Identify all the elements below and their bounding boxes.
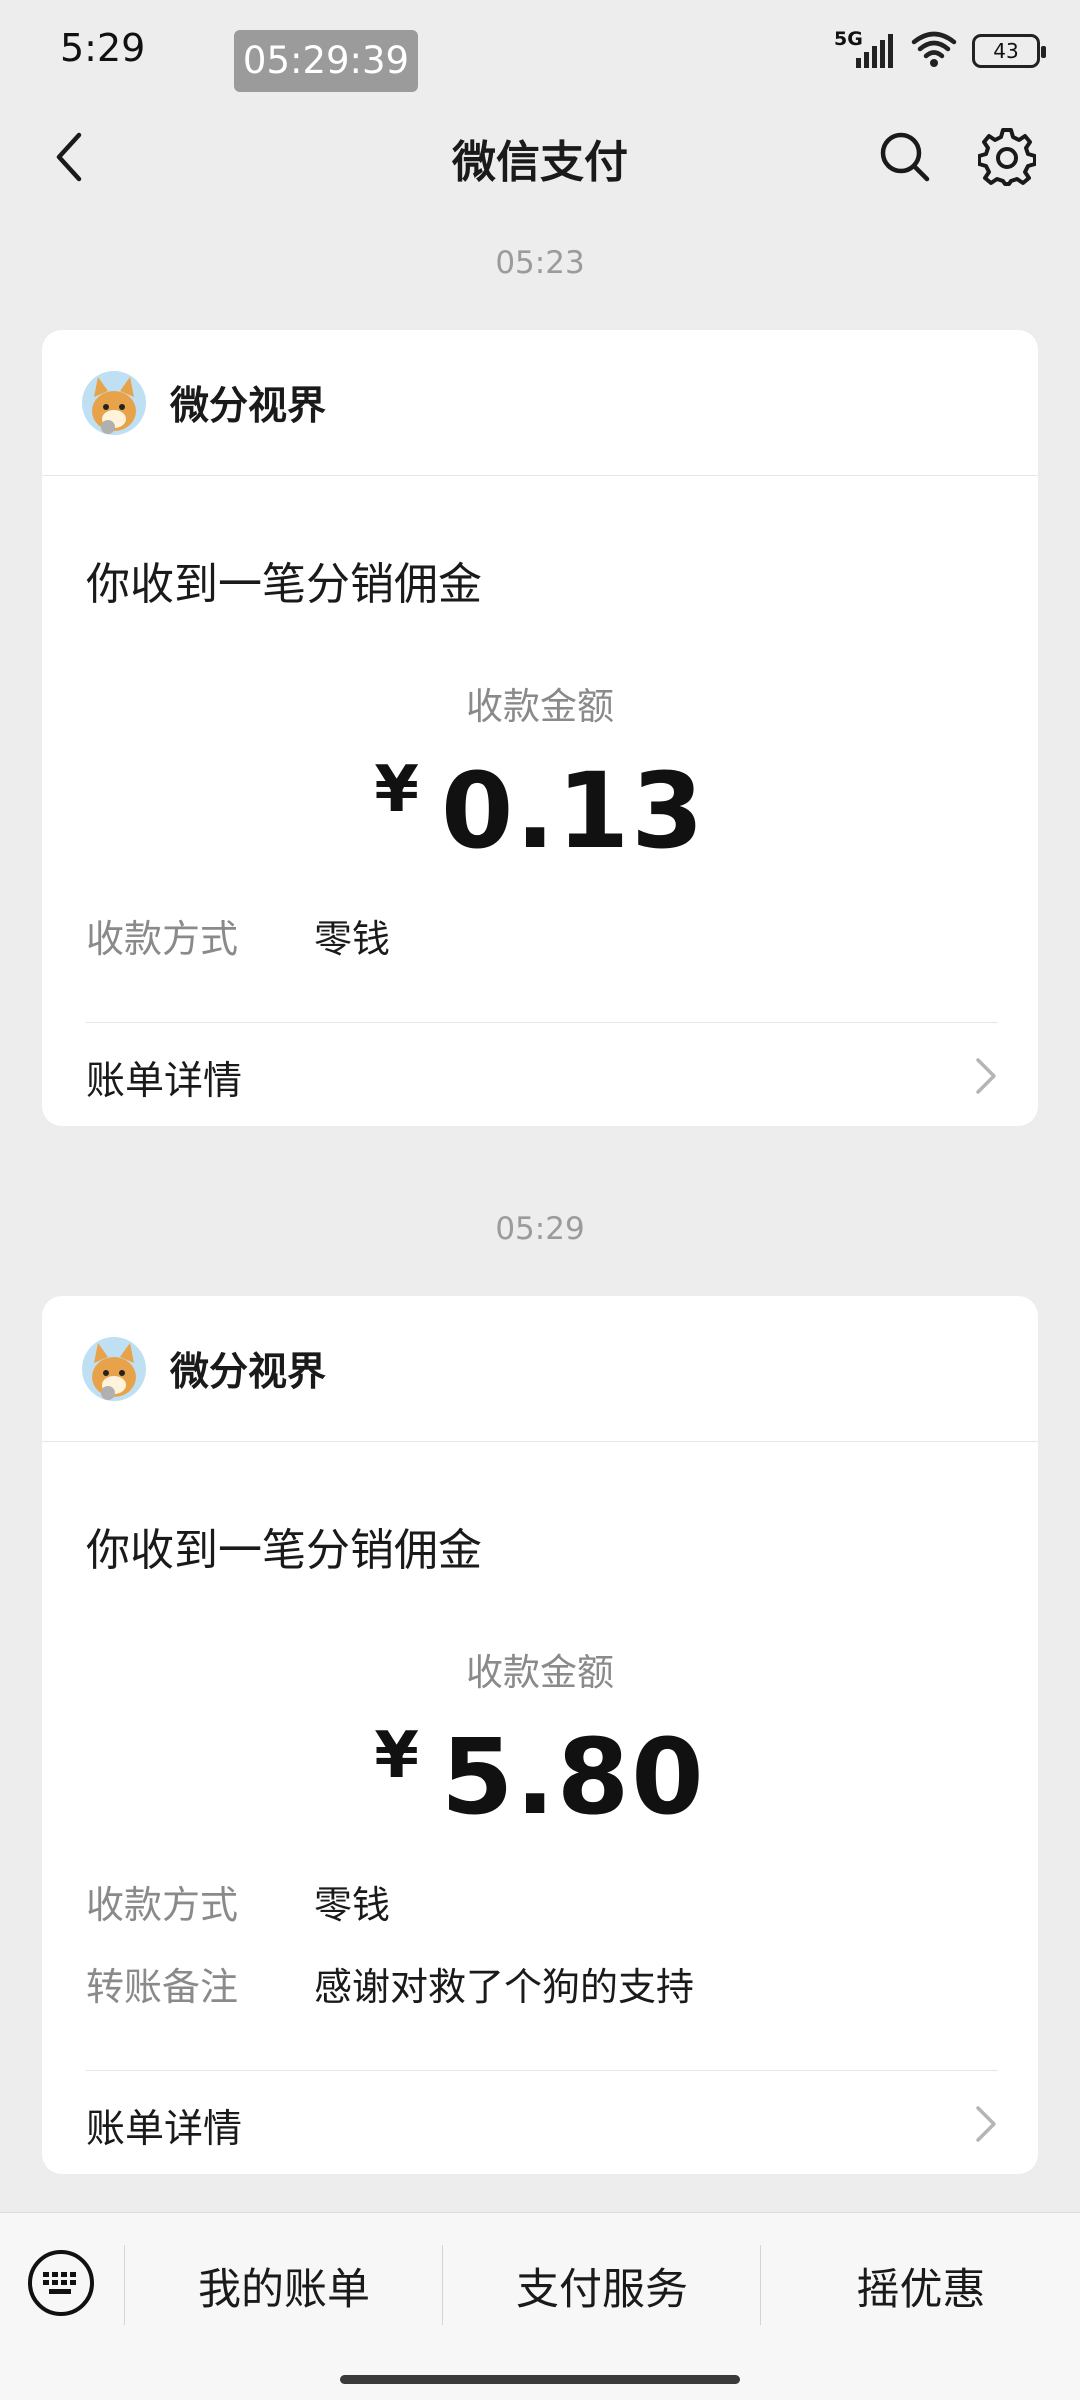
bill-details-link[interactable]: 账单详情	[42, 1022, 1038, 1126]
message-title: 你收到一笔分销佣金	[86, 1525, 482, 1576]
field-value: 零钱	[314, 1883, 391, 1927]
payment-method-row: 收款方式 零钱	[86, 1874, 390, 1929]
payment-message-card[interactable]: 微分视界 你收到一笔分销佣金 收款金额 ¥5.80 收款方式 零钱 转账备注 感…	[42, 1296, 1038, 2174]
avatar[interactable]	[82, 370, 146, 435]
nav-bar: 微信支付	[0, 100, 1080, 214]
menu-divider	[124, 2245, 125, 2325]
keyboard-toggle-button[interactable]	[28, 2250, 94, 2316]
sender-name: 微分视界	[170, 1349, 327, 1395]
payment-method-row: 收款方式 零钱	[86, 908, 390, 963]
bottom-menu-bar: 我的账单 支付服务 摇优惠	[0, 2212, 1080, 2400]
clock-badge: 05:29:39	[234, 30, 418, 92]
search-icon	[880, 132, 930, 182]
message-title: 你收到一笔分销佣金	[86, 559, 482, 610]
sender-name: 微分视界	[170, 383, 327, 429]
menu-my-bills[interactable]: 我的账单	[126, 2255, 442, 2317]
status-bar: 5:29 05:29:39 5G 43	[0, 0, 1080, 100]
avatar[interactable]	[82, 1336, 146, 1401]
card-header: 微分视界	[42, 330, 1038, 476]
field-label: 收款方式	[86, 917, 239, 961]
chevron-right-icon	[976, 2106, 996, 2142]
amount-label: 收款金额	[466, 685, 614, 728]
chevron-right-icon	[976, 1058, 996, 1094]
payment-amount: ¥5.80	[42, 1716, 1038, 1838]
card-header: 微分视界	[42, 1296, 1038, 1442]
gear-icon	[978, 128, 1036, 186]
amount-label: 收款金额	[466, 1651, 614, 1694]
keyboard-icon	[43, 2272, 76, 2294]
amount-value: 5.80	[440, 1716, 706, 1838]
search-button[interactable]	[870, 122, 940, 192]
status-time: 5:29	[60, 26, 146, 70]
settings-button[interactable]	[972, 122, 1042, 192]
payment-amount: ¥0.13	[42, 750, 1038, 872]
field-label: 收款方式	[86, 1883, 239, 1927]
menu-shake-deals[interactable]: 摇优惠	[762, 2255, 1080, 2317]
field-value: 感谢对救了个狗的支持	[314, 1965, 695, 2009]
message-timestamp: 05:23	[495, 245, 585, 281]
menu-divider	[442, 2245, 443, 2325]
transfer-note-row: 转账备注 感谢对救了个狗的支持	[86, 1956, 694, 2011]
amount-value: 0.13	[440, 750, 706, 872]
wifi-icon	[910, 29, 958, 73]
bill-details-label: 账单详情	[86, 2107, 243, 2152]
payment-message-card[interactable]: 微分视界 你收到一笔分销佣金 收款金额 ¥0.13 收款方式 零钱 账单详情	[42, 330, 1038, 1126]
bill-details-link[interactable]: 账单详情	[42, 2070, 1038, 2174]
field-label: 转账备注	[86, 1965, 239, 2009]
battery-icon: 43	[972, 34, 1046, 68]
home-indicator[interactable]	[340, 2375, 740, 2384]
message-timestamp: 05:29	[495, 1211, 585, 1247]
currency-symbol: ¥	[374, 753, 419, 827]
cellular-signal-icon: 5G	[834, 28, 896, 74]
field-value: 零钱	[314, 917, 391, 961]
status-icons: 5G 43	[834, 28, 1046, 74]
menu-payment-services[interactable]: 支付服务	[444, 2255, 760, 2317]
menu-divider	[760, 2245, 761, 2325]
currency-symbol: ¥	[374, 1719, 419, 1793]
bill-details-label: 账单详情	[86, 1059, 243, 1104]
